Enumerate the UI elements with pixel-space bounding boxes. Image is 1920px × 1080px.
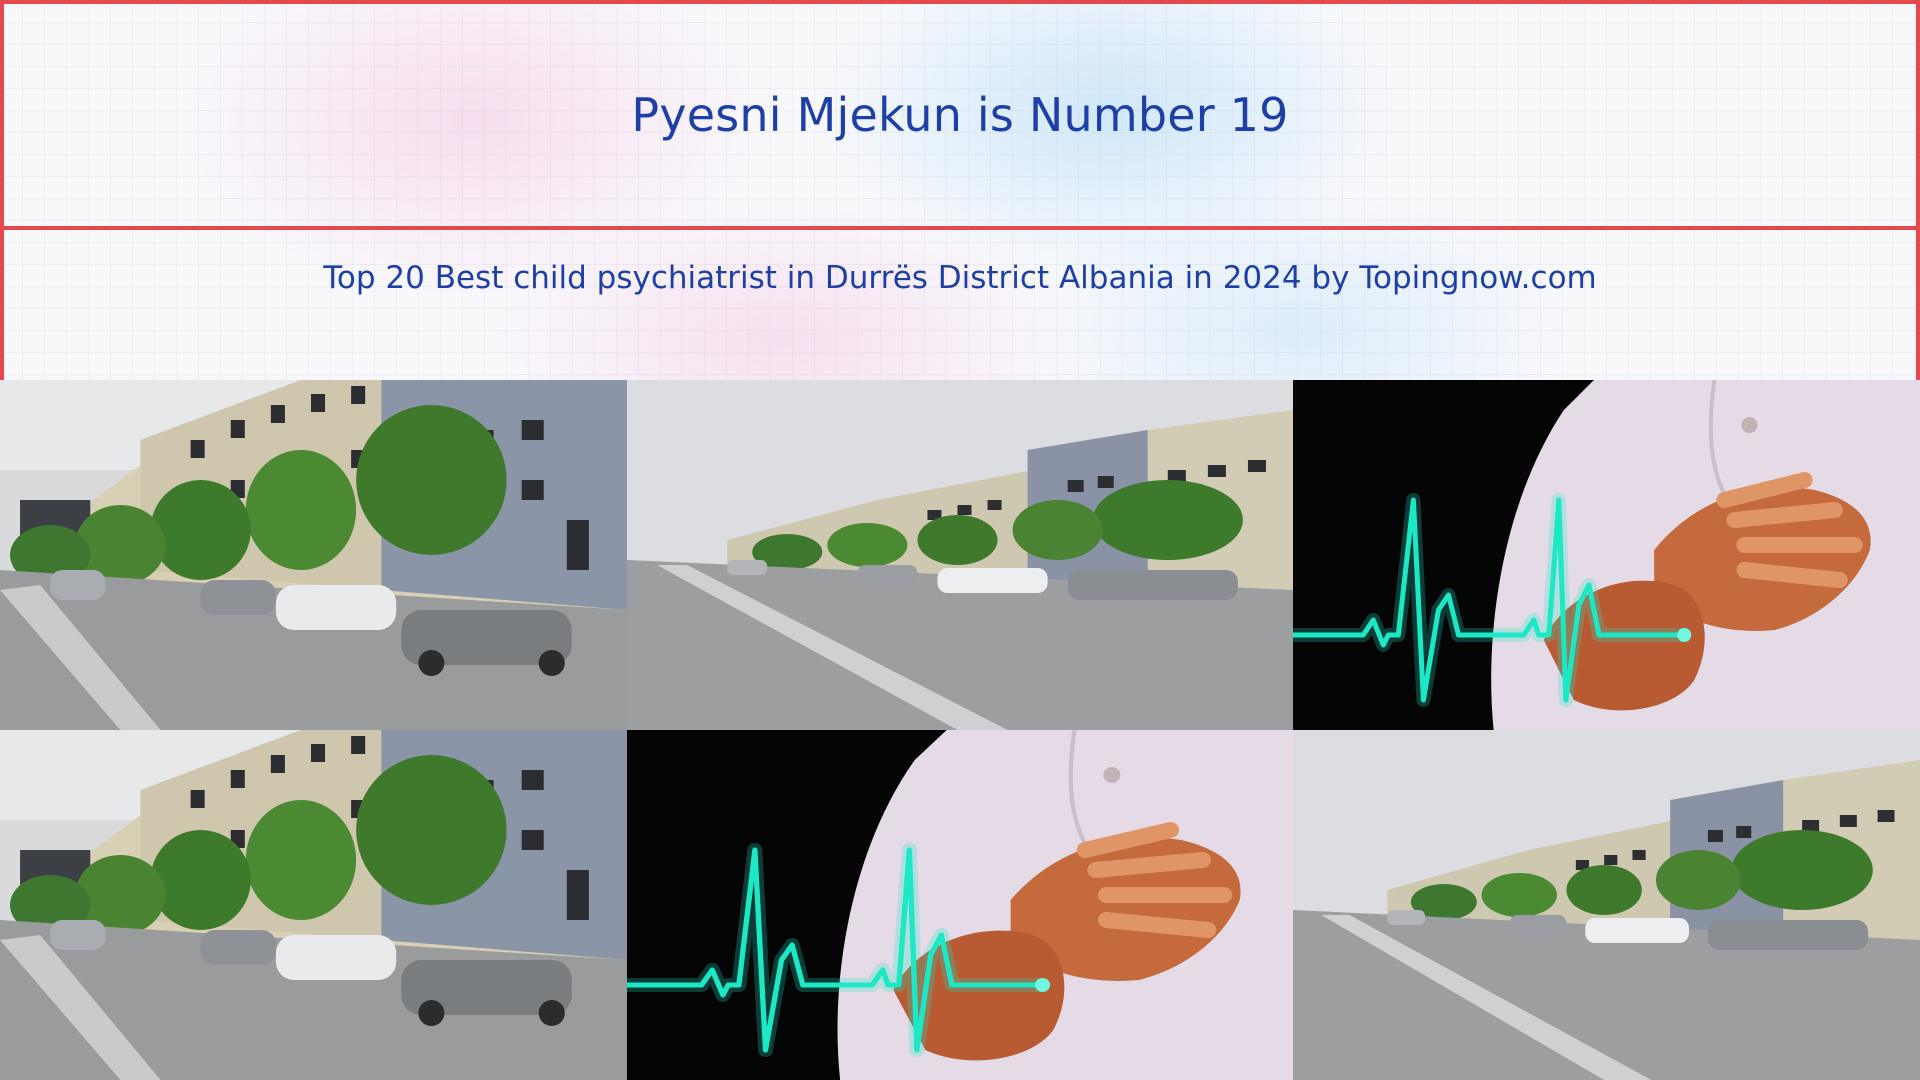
gallery-image-street-3[interactable] [0,730,627,1080]
gallery-image-street-4[interactable] [1293,730,1920,1080]
gallery-image-heart-1[interactable] [1293,380,1920,730]
gallery-image-street-2[interactable] [627,380,1293,730]
gallery-image-heart-2[interactable] [627,730,1293,1080]
page-title: Pyesni Mjekun is Number 19 [631,88,1289,142]
title-frame: Pyesni Mjekun is Number 19 [0,0,1920,230]
subtitle-frame: Top 20 Best child psychiatrist in Durrës… [0,226,1920,380]
image-gallery [0,380,1920,1080]
page-subtitle: Top 20 Best child psychiatrist in Durrës… [323,260,1597,296]
header-banner: Pyesni Mjekun is Number 19 Top 20 Best c… [0,0,1920,380]
gallery-image-street-1[interactable] [0,380,627,730]
